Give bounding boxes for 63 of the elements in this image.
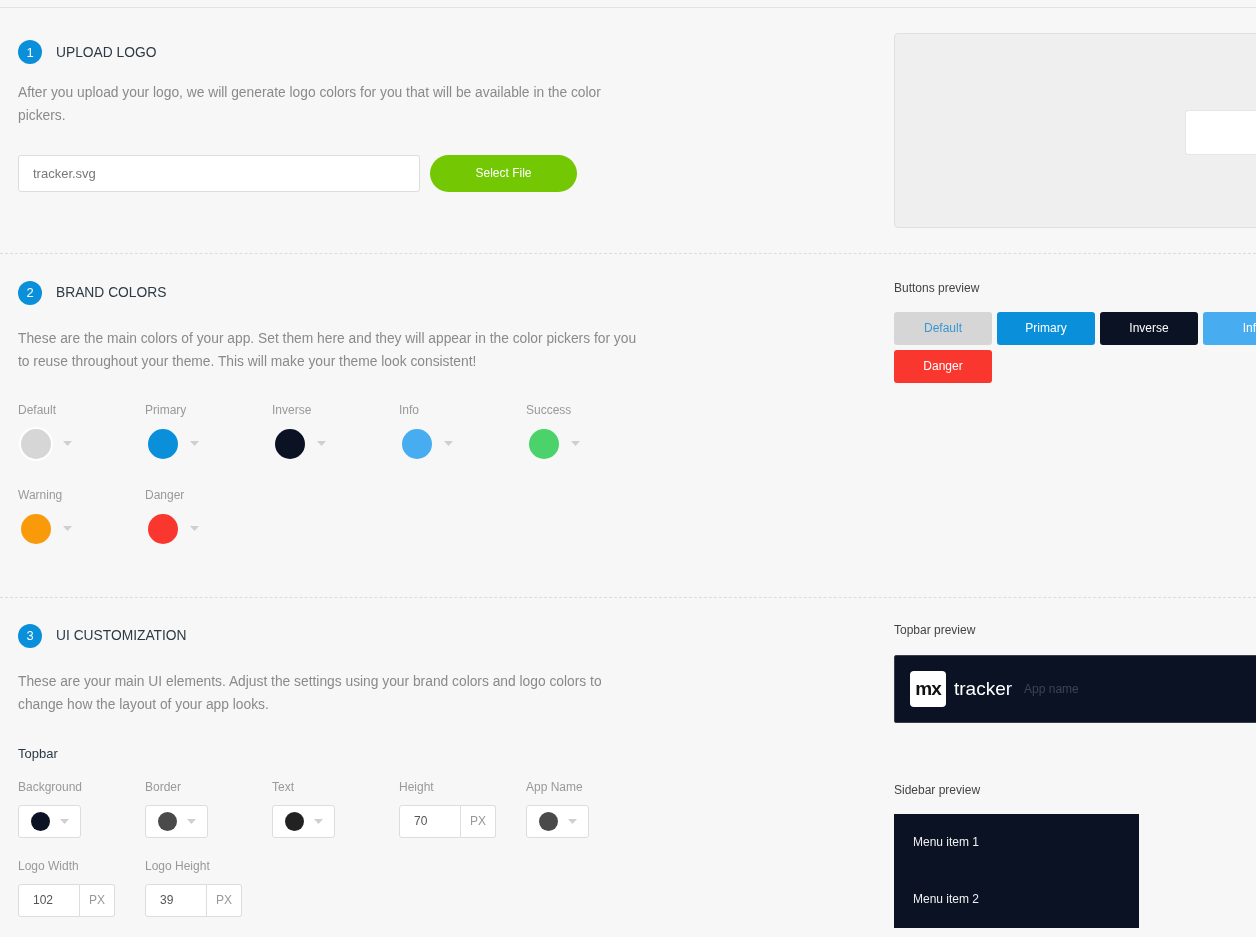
section-description: These are the main colors of your app. Set them here and they will appear in the color pickers for you to reuse throughout your theme. This will make your theme look consistent! xyxy=(18,330,638,371)
number-input[interactable]: 102 xyxy=(18,883,80,917)
step-number-badge: 3 xyxy=(18,623,42,648)
caret-icon xyxy=(444,441,453,446)
setting-label: Logo Width xyxy=(18,857,80,874)
preview-button[interactable]: Danger xyxy=(894,349,992,383)
unit-label: PX xyxy=(461,804,496,838)
color-picker[interactable] xyxy=(145,804,208,838)
caret-icon xyxy=(568,818,577,824)
preview-button[interactable]: Primary xyxy=(997,311,1095,345)
preview-button[interactable]: Inverse xyxy=(1100,311,1198,345)
section-title: BRAND COLORS xyxy=(56,285,167,300)
color-picker[interactable] xyxy=(21,513,72,544)
caret-icon xyxy=(60,818,69,824)
setting-label: Logo Height xyxy=(145,857,211,874)
brand-name: tracker xyxy=(954,677,1013,700)
caret-icon xyxy=(63,526,72,531)
setting-label: App Name xyxy=(526,778,584,795)
color-picker[interactable] xyxy=(272,804,335,838)
color-label: Success xyxy=(526,401,573,418)
step-number-badge: 2 xyxy=(18,280,42,305)
color-picker[interactable] xyxy=(275,428,326,459)
section-title: UPLOAD LOGO xyxy=(56,44,157,60)
section-description: After you upload your logo, we will generate logo colors for you that will be available in the color pickers. xyxy=(18,83,602,125)
unit-label: PX xyxy=(207,883,242,917)
unit-label: PX xyxy=(80,883,115,917)
caret-icon xyxy=(317,441,326,446)
file-name-field[interactable]: tracker.svg xyxy=(18,154,420,192)
color-label: Danger xyxy=(145,486,186,503)
number-input[interactable]: 70 xyxy=(399,804,461,838)
preview-label: Sidebar preview xyxy=(894,781,982,798)
color-label: Warning xyxy=(18,486,64,503)
number-input[interactable]: 39 xyxy=(145,883,207,917)
section-title: UI CUSTOMIZATION xyxy=(56,628,187,643)
menu-item[interactable]: Menu item 1 xyxy=(913,833,1139,850)
preview-label: Topbar preview xyxy=(894,621,977,638)
preview-label: Buttons preview xyxy=(894,279,981,296)
color-label: Default xyxy=(18,401,58,418)
setting-label: Text xyxy=(272,778,295,795)
setting-label: Border xyxy=(145,778,183,795)
caret-icon xyxy=(63,441,72,446)
caret-icon xyxy=(187,818,196,824)
color-label: Primary xyxy=(145,401,188,418)
setting-label: Height xyxy=(399,778,435,795)
menu-item[interactable]: Menu item 2 xyxy=(913,890,1139,907)
color-label: Inverse xyxy=(272,401,313,418)
caret-icon xyxy=(571,441,580,446)
section-description: These are your main UI elements. Adjust the settings using your brand colors and logo colors to change how the layout of your app looks. xyxy=(18,673,603,714)
color-picker[interactable] xyxy=(148,513,199,544)
group-heading: Topbar xyxy=(18,745,59,762)
color-picker[interactable] xyxy=(18,804,81,838)
color-picker[interactable] xyxy=(402,428,453,459)
logo: mx xyxy=(910,670,946,707)
step-number-badge: 1 xyxy=(18,40,42,64)
color-picker[interactable] xyxy=(529,428,580,459)
color-picker[interactable] xyxy=(21,428,72,459)
setting-label: Background xyxy=(18,778,84,795)
caret-icon xyxy=(190,441,199,446)
color-picker[interactable] xyxy=(148,428,199,459)
caret-icon xyxy=(190,526,199,531)
color-label: Info xyxy=(399,401,420,418)
color-picker[interactable] xyxy=(526,804,589,838)
caret-icon xyxy=(314,818,323,824)
